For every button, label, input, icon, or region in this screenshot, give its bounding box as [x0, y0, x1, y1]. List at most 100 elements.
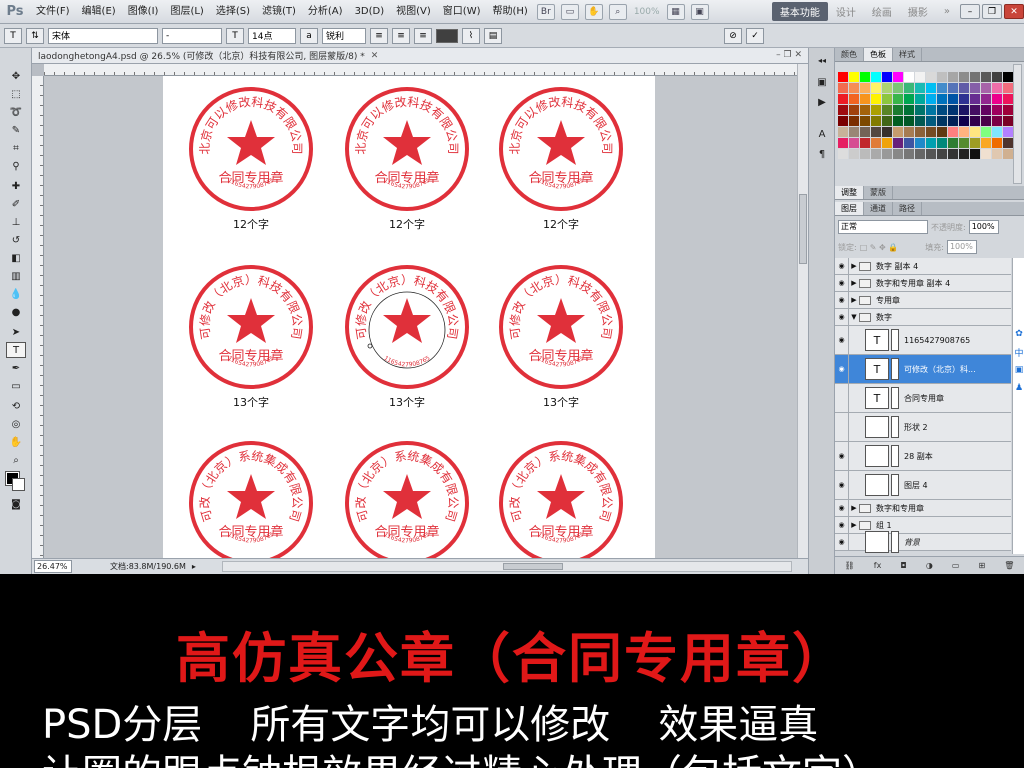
- color-swatch[interactable]: [981, 83, 991, 93]
- expand-group-icon[interactable]: ▶: [849, 504, 859, 512]
- swatch-grid[interactable]: [838, 72, 1013, 159]
- ime-chinese-icon[interactable]: 中: [1014, 346, 1024, 359]
- color-swatch[interactable]: [970, 138, 980, 148]
- color-swatch[interactable]: [860, 83, 870, 93]
- color-swatch[interactable]: [915, 138, 925, 148]
- align-right-icon[interactable]: ≡: [414, 27, 432, 44]
- color-swatch[interactable]: [926, 94, 936, 104]
- clone-stamp-tool-icon[interactable]: ⊥: [6, 214, 26, 230]
- visibility-eye-icon[interactable]: ◉: [835, 500, 849, 516]
- color-swatch[interactable]: [970, 105, 980, 115]
- color-swatch[interactable]: [871, 94, 881, 104]
- blur-tool-icon[interactable]: 💧: [6, 286, 26, 302]
- visibility-eye-icon[interactable]: ◉: [835, 275, 849, 291]
- color-swatch[interactable]: [926, 149, 936, 159]
- color-swatch[interactable]: [860, 127, 870, 137]
- hscroll-thumb[interactable]: [503, 563, 563, 570]
- color-swatch[interactable]: [893, 116, 903, 126]
- color-swatch[interactable]: [882, 94, 892, 104]
- color-swatch[interactable]: [959, 149, 969, 159]
- layer-row[interactable]: ◉ ▼ 数字: [835, 309, 1011, 326]
- color-swatch[interactable]: [959, 94, 969, 104]
- color-swatch[interactable]: [849, 127, 859, 137]
- delete-layer-icon[interactable]: 🗑: [1004, 561, 1014, 570]
- color-swatch[interactable]: [849, 105, 859, 115]
- close-icon[interactable]: ✕: [1004, 4, 1024, 19]
- opacity-field[interactable]: 100%: [968, 220, 999, 234]
- tab-adjustments[interactable]: 调整: [835, 186, 864, 199]
- expand-group-icon[interactable]: ▶: [849, 521, 859, 529]
- seal-stamp[interactable]: 可改（北京）系统集成有限公司合同专用章1165427908765: [496, 438, 626, 558]
- color-swatch[interactable]: [871, 149, 881, 159]
- color-swatch[interactable]: [992, 116, 1002, 126]
- document-page[interactable]: 北京可以修改科技有限公司 合同专用章 1165427908765 12个字 北京可以修改…: [163, 76, 655, 558]
- crop-tool-icon[interactable]: ⌗: [6, 140, 26, 156]
- color-swatch[interactable]: [937, 83, 947, 93]
- color-swatch[interactable]: [915, 127, 925, 137]
- color-swatch[interactable]: [838, 83, 848, 93]
- adjustment-layer-icon[interactable]: ◑: [926, 561, 933, 570]
- color-swatch[interactable]: [992, 94, 1002, 104]
- color-swatch[interactable]: [838, 105, 848, 115]
- color-swatch[interactable]: [1003, 105, 1013, 115]
- link-layers-icon[interactable]: ⛓: [845, 561, 855, 570]
- eraser-tool-icon[interactable]: ◧: [6, 250, 26, 266]
- color-swatch[interactable]: [992, 105, 1002, 115]
- color-swatch[interactable]: [926, 105, 936, 115]
- color-swatch[interactable]: [904, 116, 914, 126]
- color-swatch[interactable]: [1003, 94, 1013, 104]
- color-swatch[interactable]: [970, 127, 980, 137]
- hand-tool-icon[interactable]: ✋: [6, 434, 26, 450]
- close-tab-icon[interactable]: ✕: [371, 51, 379, 61]
- fill-field[interactable]: 100%: [946, 240, 977, 254]
- eyedropper-tool-icon[interactable]: ⚲: [6, 158, 26, 174]
- layer-row[interactable]: ◉ ▶ 数字和专用章 副本 4: [835, 275, 1011, 292]
- color-swatch[interactable]: [959, 127, 969, 137]
- visibility-eye-icon[interactable]: ◉: [835, 292, 849, 308]
- menu-window[interactable]: 窗口(W): [437, 0, 487, 24]
- blend-mode-select[interactable]: 正常: [838, 220, 928, 234]
- color-swatch[interactable]: [904, 127, 914, 137]
- visibility-eye-icon[interactable]: ◉: [835, 326, 849, 354]
- color-swatch[interactable]: [882, 116, 892, 126]
- horizontal-scrollbar[interactable]: [222, 561, 792, 572]
- workspace-essentials[interactable]: 基本功能: [771, 2, 828, 21]
- align-left-icon[interactable]: ≡: [370, 27, 388, 44]
- color-swatch[interactable]: [992, 72, 1002, 82]
- color-swatch[interactable]: [849, 83, 859, 93]
- commit-edit-icon[interactable]: ✓: [746, 27, 764, 44]
- color-swatch[interactable]: [970, 116, 980, 126]
- color-swatch[interactable]: [926, 116, 936, 126]
- color-swatch[interactable]: [893, 83, 903, 93]
- visibility-eye-icon[interactable]: [835, 413, 849, 441]
- color-swatch[interactable]: [948, 138, 958, 148]
- color-swatch[interactable]: [992, 83, 1002, 93]
- color-swatch[interactable]: [981, 138, 991, 148]
- color-swatch[interactable]: [882, 149, 892, 159]
- color-swatch[interactable]: [981, 149, 991, 159]
- color-swatch[interactable]: [915, 94, 925, 104]
- layer-row[interactable]: ◉ T 1165427908765: [835, 326, 1011, 355]
- tab-paths[interactable]: 路径: [893, 202, 922, 215]
- color-swatch[interactable]: [970, 83, 980, 93]
- toolbox-icon[interactable]: ▣: [1014, 364, 1024, 376]
- font-style-select[interactable]: -: [162, 27, 222, 44]
- color-swatch[interactable]: [871, 138, 881, 148]
- menu-edit[interactable]: 编辑(E): [76, 0, 122, 24]
- color-swatch[interactable]: [849, 72, 859, 82]
- color-swatch[interactable]: [849, 138, 859, 148]
- seal-stamp[interactable]: 可修改（北京）科技有限公司合同专用章1165427908765: [496, 262, 626, 392]
- color-swatch[interactable]: [926, 138, 936, 148]
- quick-select-tool-icon[interactable]: ✎: [6, 122, 26, 138]
- layer-row[interactable]: ◉ 图层 4: [835, 471, 1011, 500]
- color-swatch[interactable]: [893, 72, 903, 82]
- seal-stamp[interactable]: 北京可以修改科技有限公司合同专用章1165427908765: [342, 84, 472, 214]
- color-swatch[interactable]: [948, 127, 958, 137]
- color-swatch[interactable]: [937, 127, 947, 137]
- swatches-scrollbar[interactable]: [1013, 64, 1022, 184]
- color-swatch[interactable]: [1003, 72, 1013, 82]
- color-swatch[interactable]: [893, 138, 903, 148]
- minibridge-icon[interactable]: ▭: [560, 3, 579, 20]
- canvas-area[interactable]: 北京可以修改科技有限公司 合同专用章 1165427908765 12个字 北京可以修改…: [44, 76, 797, 558]
- tab-masks[interactable]: 蒙版: [864, 186, 893, 199]
